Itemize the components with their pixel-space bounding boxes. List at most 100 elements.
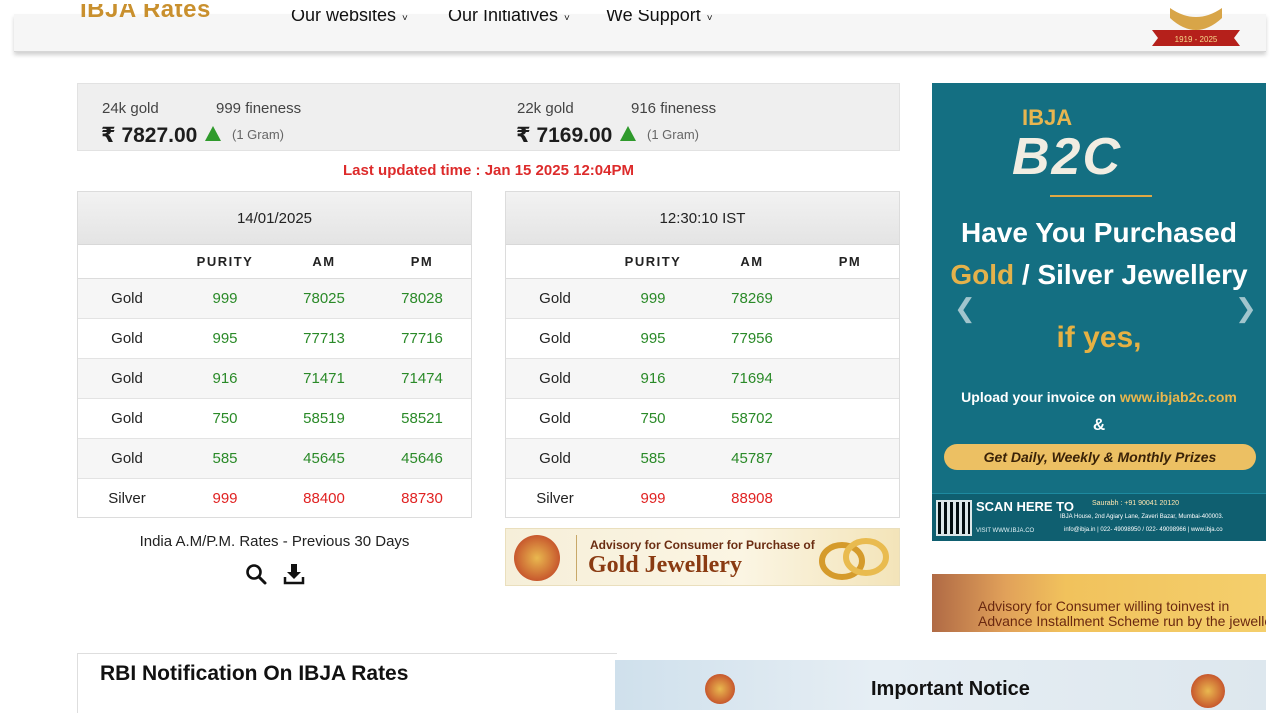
ad-headline-1: Have You Purchased bbox=[961, 217, 1237, 248]
important-notice-banner[interactable]: Important Notice bbox=[615, 660, 1266, 710]
search-icon[interactable] bbox=[244, 562, 268, 586]
nav-our-initiatives[interactable]: Our Initiatives ˅ bbox=[448, 10, 570, 26]
rbi-heading: RBI Notification On IBJA Rates bbox=[100, 662, 409, 685]
purity-cell: 995 bbox=[212, 330, 238, 347]
advisory-gold-jewellery-banner[interactable]: Advisory for Consumer for Purchase of Go… bbox=[505, 528, 900, 586]
table-row: Gold 585 45645 45646 bbox=[78, 439, 471, 479]
table-row: Silver 999 88400 88730 bbox=[78, 479, 471, 519]
rbi-notification-section: RBI Notification On IBJA Rates bbox=[77, 653, 617, 713]
am-cell: 71471 bbox=[303, 370, 345, 387]
previous-30-days-link[interactable]: India A.M/P.M. Rates - Previous 30 Days bbox=[77, 533, 472, 550]
am-cell: 77956 bbox=[731, 330, 773, 347]
table-column-headers: PURITY AM PM bbox=[506, 245, 899, 279]
gold22-unit: (1 Gram) bbox=[647, 127, 699, 142]
nav-label: Our Initiatives bbox=[448, 10, 559, 25]
download-icon[interactable] bbox=[282, 562, 306, 586]
table-row: Gold 999 78269 bbox=[506, 279, 899, 319]
purity-cell: 999 bbox=[212, 490, 238, 507]
purity-cell: 999 bbox=[640, 290, 666, 307]
am-cell: 58702 bbox=[731, 410, 773, 427]
table-row: Gold 750 58519 58521 bbox=[78, 399, 471, 439]
am-cell: 88908 bbox=[731, 490, 773, 507]
ad-upload-text: Upload your invoice on www.ibjab2c.com bbox=[932, 389, 1266, 405]
metal-cell: Gold bbox=[111, 450, 143, 467]
table-row: Gold 916 71694 bbox=[506, 359, 899, 399]
trend-up-icon bbox=[620, 126, 636, 141]
metal-cell: Gold bbox=[539, 410, 571, 427]
ad-prizes-pill: Get Daily, Weekly & Monthly Prizes bbox=[944, 444, 1256, 470]
rates-table-previous-day: 14/01/2025 PURITY AM PM Gold 999 78025 7… bbox=[77, 191, 472, 518]
purity-cell: 750 bbox=[212, 410, 238, 427]
nav-our-websites[interactable]: Our websites ˅ bbox=[291, 10, 408, 26]
pm-cell: 71474 bbox=[401, 370, 443, 387]
badge-years: 1919 - 2025 bbox=[1175, 35, 1218, 44]
divider bbox=[576, 535, 577, 581]
metal-cell: Gold bbox=[111, 410, 143, 427]
table-row: Gold 750 58702 bbox=[506, 399, 899, 439]
pm-cell: 58521 bbox=[401, 410, 443, 427]
am-cell: 71694 bbox=[731, 370, 773, 387]
am-cell: 45645 bbox=[303, 450, 345, 467]
pm-cell: 88730 bbox=[401, 490, 443, 507]
gold22-fineness: 916 fineness bbox=[631, 100, 717, 117]
rates-table-today: 12:30:10 IST PURITY AM PM Gold 999 78269… bbox=[505, 191, 900, 518]
am-cell: 45787 bbox=[731, 450, 773, 467]
chevron-down-icon: ˅ bbox=[706, 13, 713, 24]
purity-cell: 916 bbox=[212, 370, 238, 387]
advisory-line1: Advisory for Consumer for Purchase of bbox=[590, 538, 815, 552]
pm-cell: 78028 bbox=[401, 290, 443, 307]
purity-cell: 916 bbox=[640, 370, 666, 387]
table-row: Gold 995 77713 77716 bbox=[78, 319, 471, 359]
pm-cell: 77716 bbox=[401, 330, 443, 347]
table-body: Gold 999 78025 78028 Gold 995 77713 7771… bbox=[78, 279, 471, 519]
ad-headline-2: Gold / Silver Jewellery bbox=[932, 259, 1266, 291]
ibja-seal-icon bbox=[705, 674, 735, 704]
col-am: AM bbox=[740, 254, 764, 269]
advisory-installment-banner[interactable]: Advisory for Consumer willing toinvest i… bbox=[932, 574, 1266, 632]
table-row: Gold 916 71471 71474 bbox=[78, 359, 471, 399]
pm-cell: 45646 bbox=[401, 450, 443, 467]
carousel-next-icon[interactable]: ❯ bbox=[1235, 293, 1257, 324]
purity-cell: 995 bbox=[640, 330, 666, 347]
ibja-b2c-ad-carousel[interactable]: IBJA B2C Have You Purchased Gold / Silve… bbox=[932, 83, 1266, 541]
ad-if-yes: if yes, bbox=[1056, 321, 1142, 354]
am-cell: 78269 bbox=[731, 290, 773, 307]
table-column-headers: PURITY AM PM bbox=[78, 245, 471, 279]
metal-cell: Gold bbox=[111, 370, 143, 387]
last-updated-time: Last updated time : Jan 15 2025 12:04PM bbox=[343, 162, 634, 179]
nav-we-support[interactable]: We Support ˅ bbox=[606, 10, 713, 26]
am-cell: 77713 bbox=[303, 330, 345, 347]
table-row: Silver 999 88908 bbox=[506, 479, 899, 519]
ibja-rates-logo[interactable]: IBJA Rates bbox=[80, 4, 211, 22]
purity-cell: 750 bbox=[640, 410, 666, 427]
divider bbox=[1050, 195, 1152, 197]
metal-cell: Gold bbox=[539, 290, 571, 307]
col-pm: PM bbox=[838, 254, 862, 269]
ad-headline-rest: / Silver Jewellery bbox=[1014, 259, 1248, 290]
table-row: Gold 999 78025 78028 bbox=[78, 279, 471, 319]
top-navbar: IBJA Rates Our websites ˅ Our Initiatives… bbox=[14, 4, 1266, 52]
table-body: Gold 999 78269 Gold 995 77956 Gold 916 7… bbox=[506, 279, 899, 519]
gold22-karat: 22k gold bbox=[517, 100, 574, 117]
col-purity: PURITY bbox=[624, 254, 682, 269]
ad-footer: SCAN HERE TO VISIT WWW.IBJA.CO Saurabh :… bbox=[932, 493, 1266, 541]
gold22-price: ₹ 7169.00 bbox=[516, 124, 613, 147]
nav-label: We Support bbox=[606, 10, 701, 25]
gold24-price: ₹ 7827.00 bbox=[101, 124, 198, 147]
ad-headline-gold: Gold bbox=[950, 259, 1015, 290]
chevron-down-icon: ˅ bbox=[564, 13, 570, 24]
carousel-prev-icon[interactable]: ❮ bbox=[954, 293, 976, 324]
table-row: Gold 995 77956 bbox=[506, 319, 899, 359]
metal-cell: Gold bbox=[111, 290, 143, 307]
ad-contact-address: IBJA House, 2nd Agiary Lane, Zaveri Baza… bbox=[1060, 514, 1224, 520]
metal-cell: Gold bbox=[539, 370, 571, 387]
gold-rings-icon bbox=[819, 538, 889, 580]
purity-cell: 585 bbox=[212, 450, 238, 467]
metal-cell: Silver bbox=[108, 490, 146, 507]
table-time-header: 12:30:10 IST bbox=[506, 192, 899, 245]
purity-cell: 585 bbox=[640, 450, 666, 467]
ad-contact-phone: Saurabh : +91 90041 20120 bbox=[1092, 500, 1179, 507]
ad-upload-url: www.ibjab2c.com bbox=[1119, 389, 1237, 405]
ad-ampersand: & bbox=[1092, 415, 1106, 434]
advisory-line2: Gold Jewellery bbox=[588, 552, 742, 578]
